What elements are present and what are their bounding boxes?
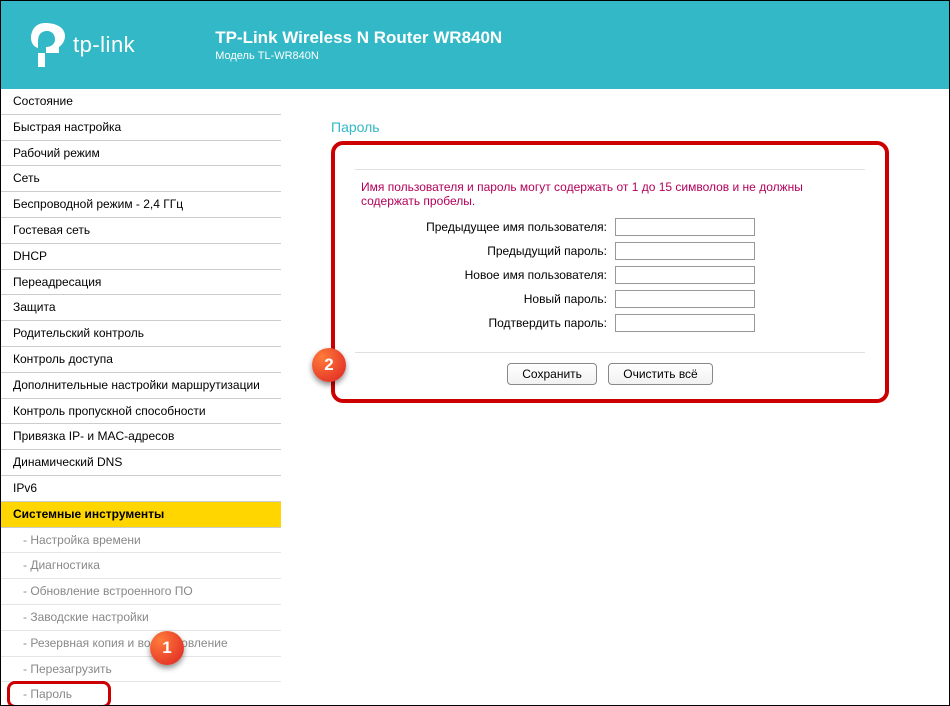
sidebar-item-label: Сеть [13,171,40,185]
divider [355,352,865,353]
sidebar-item-label: IPv6 [13,481,37,495]
input-prev-pass[interactable] [615,242,755,260]
tplink-logo-icon [31,23,65,67]
sidebar-item-18[interactable]: - Диагностика [1,553,281,579]
sidebar-item-8[interactable]: Защита [1,295,281,321]
label-new-user: Новое имя пользователя: [355,268,615,282]
save-button[interactable]: Сохранить [507,363,597,385]
label-prev-pass: Предыдущий пароль: [355,244,615,258]
sidebar-item-label: Защита [13,300,56,314]
sidebar-item-23[interactable]: - Пароль [1,682,281,705]
sidebar-item-20[interactable]: - Заводские настройки [1,605,281,631]
sidebar-item-9[interactable]: Родительский контроль [1,321,281,347]
label-confirm-pass: Подтвердить пароль: [355,316,615,330]
sidebar-item-label: Пароль [30,687,72,701]
sidebar-item-label: Рабочий режим [13,146,100,160]
sidebar-item-13[interactable]: Привязка IP- и MAC-адресов [1,424,281,450]
password-panel: Имя пользователя и пароль могут содержат… [331,141,889,403]
sidebar-item-label: Настройка времени [30,533,140,547]
sidebar-item-6[interactable]: DHCP [1,244,281,270]
sidebar-item-22[interactable]: - Перезагрузить [1,657,281,683]
sidebar-item-15[interactable]: IPv6 [1,476,281,502]
sidebar-item-17[interactable]: - Настройка времени [1,528,281,554]
sidebar-item-label: Контроль пропускной способности [13,404,206,418]
sidebar-item-1[interactable]: Быстрая настройка [1,115,281,141]
sidebar-item-label: Заводские настройки [30,610,148,624]
sidebar-item-label: Беспроводной режим - 2,4 ГГц [13,197,183,211]
annotation-marker-1: 1 [150,631,184,665]
sidebar-item-label: Родительский контроль [13,326,144,340]
sidebar-item-7[interactable]: Переадресация [1,270,281,296]
sidebar-item-19[interactable]: - Обновление встроенного ПО [1,579,281,605]
sidebar-item-11[interactable]: Дополнительные настройки маршрутизации [1,373,281,399]
brand-name: tp-link [73,32,135,58]
input-new-pass[interactable] [615,290,755,308]
main-content: Пароль Имя пользователя и пароль могут с… [281,89,949,705]
sidebar-item-label: Гостевая сеть [13,223,90,237]
sidebar-item-label: Обновление встроенного ПО [30,584,192,598]
input-confirm-pass[interactable] [615,314,755,332]
sidebar-item-5[interactable]: Гостевая сеть [1,218,281,244]
sidebar-item-label: Диагностика [30,558,100,572]
divider [355,169,865,170]
sidebar-item-label: Резервная копия и восстановление [30,636,227,650]
sidebar-item-label: Контроль доступа [13,352,113,366]
sidebar-item-12[interactable]: Контроль пропускной способности [1,399,281,425]
clear-button[interactable]: Очистить всё [608,363,712,385]
sidebar-item-21[interactable]: - Резервная копия и восстановление [1,631,281,657]
sidebar-item-label: Состояние [13,94,73,108]
sidebar-item-label: Дополнительные настройки маршрутизации [13,378,260,392]
header-title-block: TP-Link Wireless N Router WR840N Модель … [215,28,502,62]
product-title: TP-Link Wireless N Router WR840N [215,28,502,48]
panel-hint: Имя пользователя и пароль могут содержат… [355,180,865,208]
sidebar-item-4[interactable]: Беспроводной режим - 2,4 ГГц [1,192,281,218]
section-title: Пароль [331,119,889,141]
sidebar-item-label: DHCP [13,249,47,263]
sidebar-item-3[interactable]: Сеть [1,166,281,192]
page-header: tp-link TP-Link Wireless N Router WR840N… [1,1,949,89]
sidebar-item-label: Системные инструменты [13,507,164,521]
sidebar-item-14[interactable]: Динамический DNS [1,450,281,476]
sidebar-item-10[interactable]: Контроль доступа [1,347,281,373]
sidebar-nav: Состояние Быстрая настройка Рабочий режим С… [1,89,281,705]
label-new-pass: Новый пароль: [355,292,615,306]
product-subtitle: Модель TL-WR840N [215,50,502,62]
input-new-user[interactable] [615,266,755,284]
sidebar-item-16[interactable]: Системные инструменты [1,502,281,528]
sidebar-item-0[interactable]: Состояние [1,89,281,115]
brand-logo: tp-link [31,23,135,67]
sidebar-item-label: Перезагрузить [30,662,111,676]
sidebar-item-2[interactable]: Рабочий режим [1,141,281,167]
sidebar-item-label: Динамический DNS [13,455,122,469]
sidebar-item-label: Переадресация [13,275,101,289]
label-prev-user: Предыдущее имя пользователя: [355,220,615,234]
annotation-marker-2: 2 [312,348,346,382]
input-prev-user[interactable] [615,218,755,236]
sidebar-item-label: Привязка IP- и MAC-адресов [13,429,174,443]
sidebar-item-label: Быстрая настройка [13,120,121,134]
